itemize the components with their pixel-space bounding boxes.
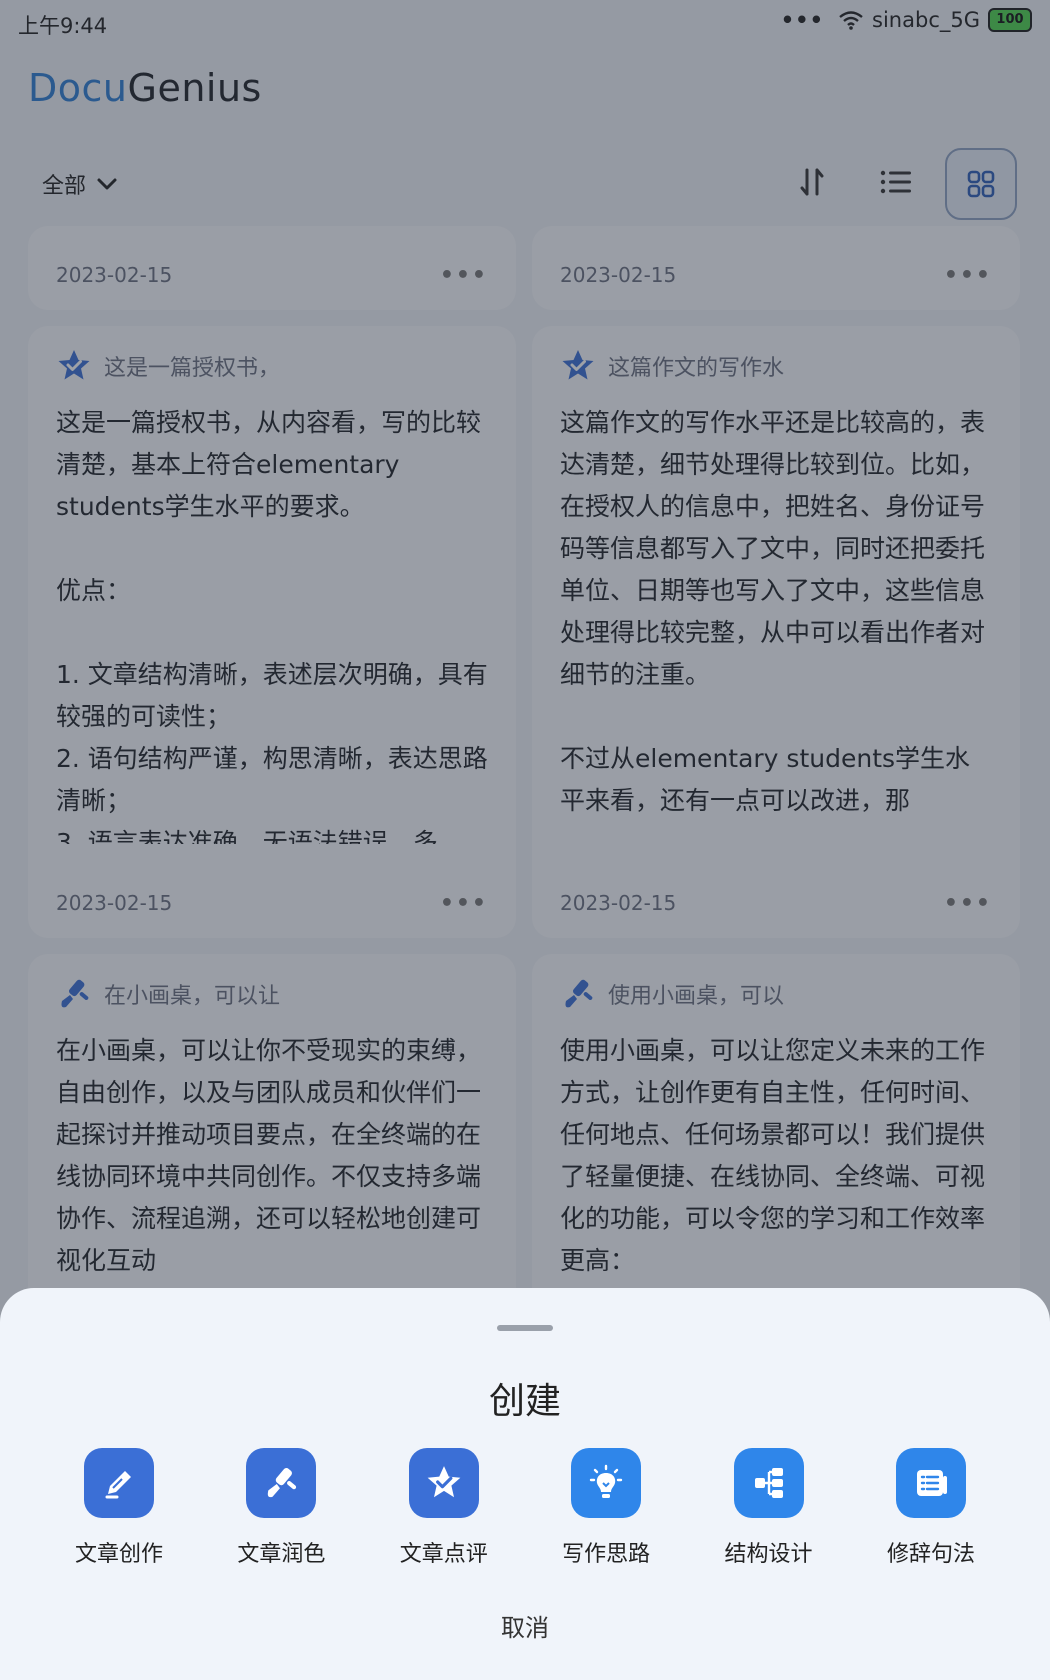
- star-check-icon: [408, 1448, 479, 1518]
- action-label: 文章润色: [237, 1542, 326, 1567]
- create-bottom-sheet: 创建 文章创作 文章润色 文章点评 写作思路 结构设计 修辞句法 取消: [0, 1288, 1050, 1680]
- create-actions: 文章创作 文章润色 文章点评 写作思路 结构设计 修辞句法: [44, 1448, 1006, 1568]
- sheet-drag-handle[interactable]: [497, 1325, 553, 1331]
- action-label: 文章点评: [399, 1542, 488, 1567]
- action-label: 修辞句法: [886, 1542, 975, 1567]
- action-structure-design[interactable]: 结构设计: [694, 1448, 844, 1568]
- lightbulb-icon: [571, 1448, 642, 1518]
- action-label: 文章创作: [74, 1542, 163, 1567]
- action-writing-ideas[interactable]: 写作思路: [531, 1448, 681, 1568]
- sheet-title: 创建: [488, 1381, 561, 1422]
- cancel-button[interactable]: 取消: [0, 1608, 1050, 1643]
- document-list-icon: [895, 1448, 966, 1518]
- action-article-writing[interactable]: 文章创作: [44, 1448, 194, 1568]
- action-rhetoric-syntax[interactable]: 修辞句法: [856, 1448, 1006, 1568]
- action-label: 写作思路: [562, 1542, 651, 1567]
- app-screen: 上午9:44 ••• sinabc_5G 100 DocuGenius 全部 2…: [0, 0, 1050, 1680]
- action-label: 结构设计: [724, 1542, 813, 1567]
- action-article-review[interactable]: 文章点评: [369, 1448, 519, 1568]
- pencil-icon: [84, 1448, 154, 1518]
- action-article-polishing[interactable]: 文章润色: [206, 1448, 356, 1568]
- structure-icon: [733, 1448, 804, 1518]
- brush-icon: [246, 1448, 317, 1518]
